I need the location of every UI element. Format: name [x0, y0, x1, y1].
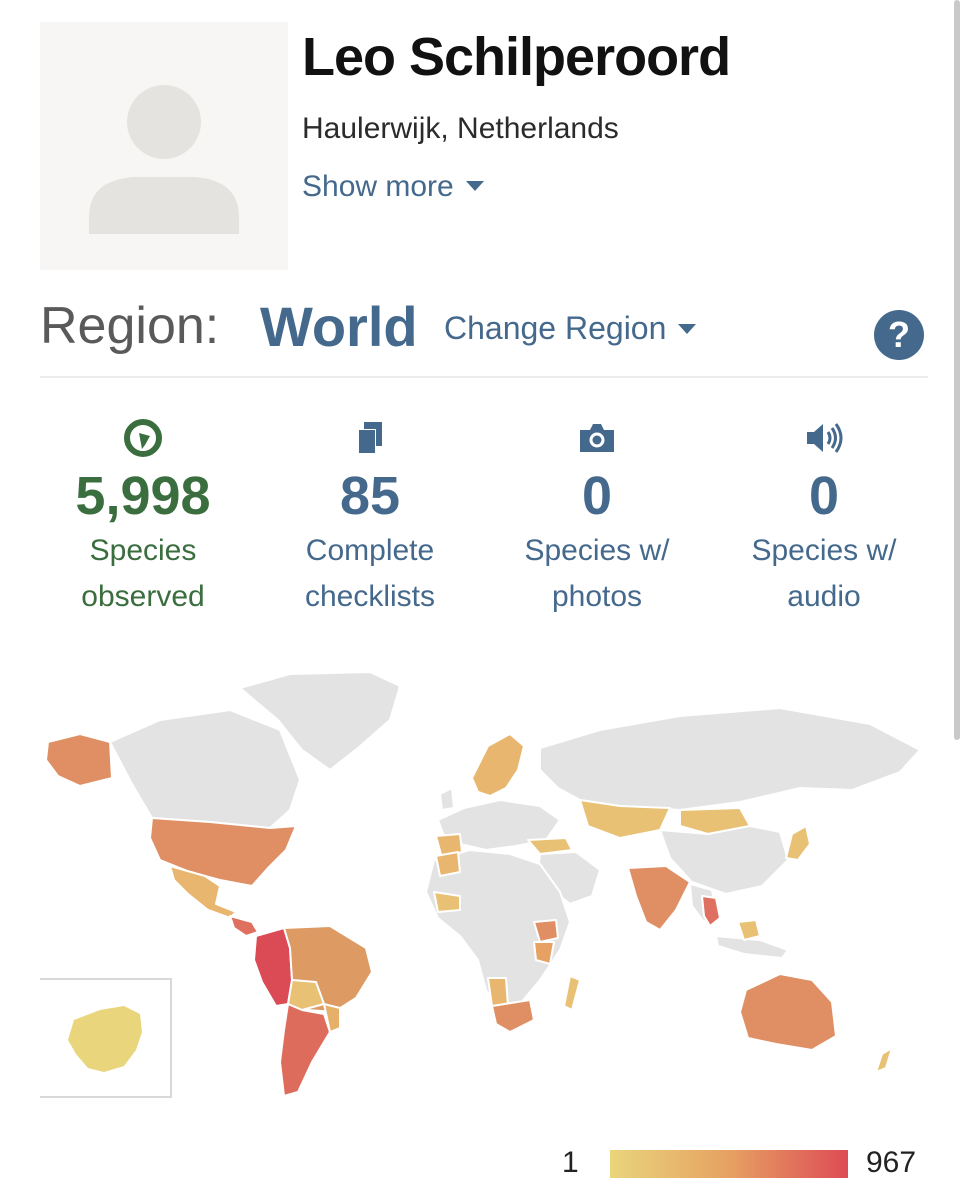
checklist-icon	[257, 416, 483, 460]
map-scandinavia	[471, 733, 525, 797]
legend-min-label: 1	[562, 1146, 579, 1179]
map-peru	[253, 927, 293, 1007]
stat-label-line2: observed	[81, 580, 205, 613]
divider	[40, 376, 928, 378]
complete-checklists-count: 85	[339, 466, 401, 526]
legend-color-scale	[610, 1150, 848, 1178]
species-observed-icon	[30, 416, 256, 460]
change-region-button[interactable]: Change Region	[444, 310, 697, 347]
help-button[interactable]: ?	[874, 310, 924, 360]
stat-label-line2: photos	[551, 580, 643, 613]
stat-label-line1: Complete	[305, 534, 435, 567]
stat-species-photos[interactable]: 0 Species w/ photos	[484, 416, 710, 620]
stat-label-line1: Species w/	[524, 534, 670, 567]
speaker-icon	[711, 416, 937, 460]
stat-label-line2: checklists	[304, 580, 436, 613]
profile-name: Leo Schilperoord	[302, 27, 731, 87]
map-japan	[785, 825, 811, 861]
camera-icon	[484, 416, 710, 460]
legend-max-label: 967	[866, 1146, 917, 1179]
stat-label-line1: Species w/	[751, 534, 897, 567]
antarctica-inset[interactable]	[40, 978, 172, 1098]
region-label: Region:	[40, 297, 220, 355]
stat-label-line2: audio	[787, 580, 861, 613]
map-russia	[539, 707, 921, 811]
map-antarctica	[68, 1006, 142, 1072]
scrollbar[interactable]	[954, 0, 960, 740]
map-new-zealand	[875, 1047, 893, 1073]
map-tanzania	[533, 941, 555, 965]
show-more-label: Show more	[302, 170, 454, 203]
map-australia	[739, 973, 837, 1051]
region-value: World	[260, 295, 418, 358]
map-namibia	[487, 977, 509, 1007]
world-map[interactable]	[40, 660, 928, 1110]
profile-location: Haulerwijk, Netherlands	[302, 112, 619, 145]
species-observed-count: 5,998	[75, 466, 211, 526]
species-photos-count: 0	[581, 466, 613, 526]
change-region-label: Change Region	[444, 310, 667, 346]
map-india	[627, 865, 691, 931]
show-more-button[interactable]: Show more	[302, 170, 484, 204]
species-audio-count: 0	[808, 466, 840, 526]
chevron-down-icon	[465, 181, 484, 192]
map-madagascar	[563, 975, 581, 1011]
map-west-africa	[433, 891, 461, 913]
map-morocco	[435, 851, 461, 877]
map-indonesia	[715, 935, 789, 959]
stat-species-observed[interactable]: 5,998 Species observed	[30, 416, 256, 620]
profile-avatar	[40, 22, 288, 270]
stat-species-audio[interactable]: 0 Species w/ audio	[711, 416, 937, 620]
map-borneo	[737, 919, 761, 941]
chevron-down-icon	[678, 323, 697, 334]
stat-label-line1: Species	[89, 534, 197, 567]
map-argentina	[279, 1003, 331, 1097]
map-canada	[109, 709, 301, 829]
default-user-avatar-icon	[89, 85, 239, 234]
map-south-africa	[491, 999, 535, 1033]
stat-complete-checklists[interactable]: 85 Complete checklists	[257, 416, 483, 620]
map-central-america	[229, 915, 259, 937]
map-alaska	[45, 733, 113, 787]
map-uk	[439, 787, 455, 811]
